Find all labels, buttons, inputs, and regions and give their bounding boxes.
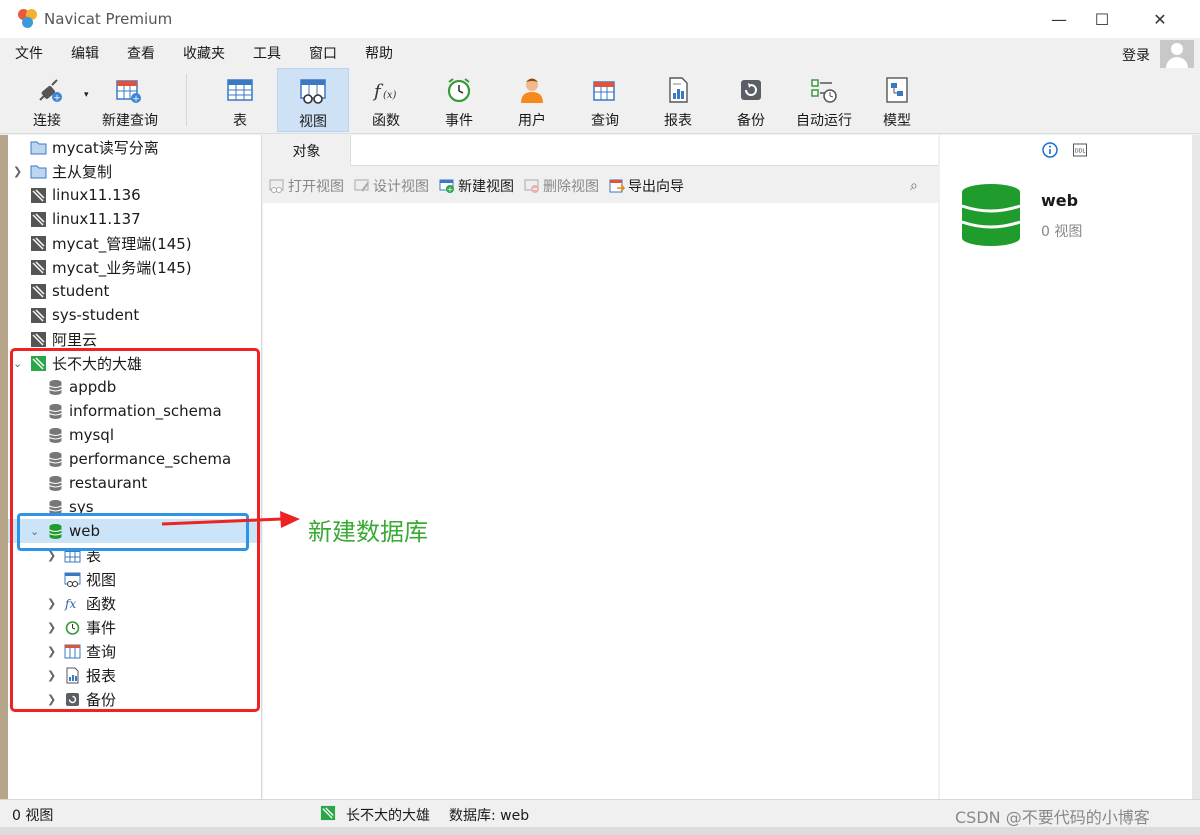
export-icon xyxy=(609,179,625,193)
mysql-connection-icon xyxy=(31,259,46,275)
tree-connection[interactable]: student xyxy=(8,279,261,303)
menu-tools[interactable]: 工具 xyxy=(253,43,281,63)
view-icon xyxy=(300,79,326,104)
tree-connection[interactable]: linux11.137 xyxy=(8,207,261,231)
title-bar: Navicat Premium — ☐ ✕ xyxy=(0,0,1200,38)
model-icon xyxy=(886,77,908,103)
automation-icon xyxy=(811,79,837,103)
chevron-right-icon[interactable]: ❯ xyxy=(13,165,23,178)
chevron-down-icon: ▾ xyxy=(84,90,89,100)
export-wizard-button[interactable]: 导出向导 xyxy=(609,176,684,196)
tree-connection[interactable]: ❯ 主从复制 xyxy=(8,159,261,183)
svg-text:+: + xyxy=(53,94,61,104)
open-view-button[interactable]: 打开视图 xyxy=(269,176,344,196)
new-view-button[interactable]: + 新建视图 xyxy=(439,176,514,196)
svg-text:+: + xyxy=(132,95,140,105)
menu-view[interactable]: 查看 xyxy=(127,43,155,63)
table-icon xyxy=(227,79,253,101)
object-toolbar: 打开视图 设计视图 + 新建视图 删除视图 导出向导 ⌕ xyxy=(263,170,938,202)
folder-icon xyxy=(30,165,47,178)
watermark: CSDN @不要代码的小博客 xyxy=(955,808,1150,827)
svg-text:(x): (x) xyxy=(383,90,397,101)
mysql-connection-icon xyxy=(31,235,46,251)
login-link[interactable]: 登录 xyxy=(1122,45,1150,65)
object-list-area[interactable] xyxy=(263,203,938,799)
menu-window[interactable]: 窗口 xyxy=(309,43,337,63)
tab-strip-empty xyxy=(351,135,938,165)
svg-text:DDL: DDL xyxy=(1075,149,1086,155)
mysql-connection-icon xyxy=(31,187,46,203)
info-icon[interactable] xyxy=(1042,142,1058,158)
tab-strip: 对象 xyxy=(263,135,938,166)
search-icon[interactable]: ⌕ xyxy=(910,178,918,194)
menu-file[interactable]: 文件 xyxy=(15,43,43,63)
mysql-connection-active-icon xyxy=(320,805,336,821)
toolbar-model-button[interactable]: 模型 xyxy=(861,68,933,132)
tree-connection[interactable]: mycat_管理端(145) xyxy=(8,231,261,255)
toolbar-event-button[interactable]: 事件 xyxy=(423,68,495,132)
info-db-name: web xyxy=(1041,191,1079,210)
info-view-count: 0 视图 xyxy=(1041,224,1083,240)
mysql-connection-icon xyxy=(31,307,46,323)
annotation-arrow-icon xyxy=(161,511,300,528)
toolbar-backup-button[interactable]: 备份 xyxy=(715,68,787,132)
connect-dropdown-arrow[interactable]: ▾ xyxy=(82,68,94,132)
mysql-connection-icon xyxy=(31,211,46,227)
main-toolbar: + 连接 ▾ + 新建查询 表 视图 f (x) 函数 事件 用户 查询 报表 … xyxy=(0,68,1200,134)
new-query-button[interactable]: + 新建查询 xyxy=(96,68,164,132)
menu-edit[interactable]: 编辑 xyxy=(71,43,99,63)
desktop-background-edge-right xyxy=(1192,135,1200,799)
toolbar-function-button[interactable]: f (x) 函数 xyxy=(350,68,422,132)
tree-connection[interactable]: mycat_业务端(145) xyxy=(8,255,261,279)
status-object-count: 0 视图 xyxy=(12,808,54,824)
annotation-label: 新建数据库 xyxy=(308,518,428,546)
query-icon xyxy=(593,81,615,101)
navicat-logo-icon xyxy=(18,9,38,29)
toolbar-table-button[interactable]: 表 xyxy=(204,68,276,132)
taskbar-strip xyxy=(0,827,1200,835)
plug-icon: + xyxy=(39,79,62,104)
close-button[interactable]: ✕ xyxy=(1131,0,1189,38)
toolbar-query-button[interactable]: 查询 xyxy=(569,68,641,132)
new-view-icon: + xyxy=(439,179,454,194)
toolbar-view-button[interactable]: 视图 xyxy=(277,68,349,132)
tree-connection[interactable]: linux11.136 xyxy=(8,183,261,207)
desktop-background-edge xyxy=(0,135,8,799)
toolbar-user-button[interactable]: 用户 xyxy=(496,68,568,132)
toolbar-separator xyxy=(186,74,187,126)
backup-icon xyxy=(741,80,761,100)
database-large-icon xyxy=(961,184,1021,246)
alarm-clock-icon xyxy=(447,78,471,103)
new-query-icon: + xyxy=(116,80,141,105)
delete-view-button[interactable]: 删除视图 xyxy=(524,176,599,196)
maximize-button[interactable]: ☐ xyxy=(1073,0,1131,38)
menu-help[interactable]: 帮助 xyxy=(365,43,393,63)
ddl-icon[interactable]: DDL xyxy=(1072,142,1088,158)
open-view-icon xyxy=(269,179,284,193)
delete-view-icon xyxy=(524,179,539,193)
user-avatar[interactable] xyxy=(1160,40,1194,70)
status-database: 数据库: web xyxy=(449,808,530,824)
menu-favorites[interactable]: 收藏夹 xyxy=(183,43,225,63)
folder-icon xyxy=(30,141,47,154)
report-icon xyxy=(669,77,688,103)
connect-button[interactable]: + 连接 xyxy=(22,68,84,132)
user-icon xyxy=(521,78,543,103)
window-title: Navicat Premium xyxy=(44,10,173,28)
design-view-icon xyxy=(354,179,369,192)
status-connection: 长不大的大雄 xyxy=(346,808,430,824)
mysql-connection-icon xyxy=(31,283,46,299)
design-view-button[interactable]: 设计视图 xyxy=(354,176,429,196)
info-panel: DDL web 0 视图 xyxy=(940,135,1192,799)
tree-connection[interactable]: sys-student xyxy=(8,303,261,327)
menu-bar: 文件 编辑 查看 收藏夹 工具 窗口 帮助 登录 xyxy=(0,38,1200,68)
svg-text:+: + xyxy=(447,185,454,194)
mysql-connection-icon xyxy=(31,331,46,347)
tree-connection[interactable]: mycat读写分离 xyxy=(8,135,261,159)
function-icon: f (x) xyxy=(372,81,397,102)
toolbar-automation-button[interactable]: 自动运行 xyxy=(788,68,860,132)
tab-objects[interactable]: 对象 xyxy=(263,135,351,166)
toolbar-report-button[interactable]: 报表 xyxy=(642,68,714,132)
